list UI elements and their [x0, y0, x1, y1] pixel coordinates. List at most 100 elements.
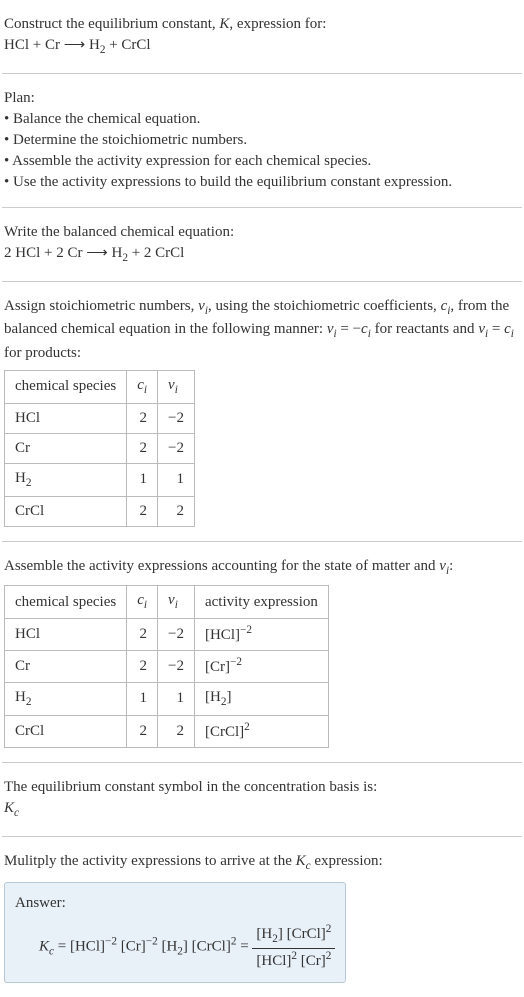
- ae-sup: 2: [244, 721, 250, 733]
- th-species: chemical species: [5, 586, 127, 619]
- sub-i: i: [175, 599, 178, 611]
- nu-sym: ν: [168, 592, 175, 608]
- cell-species: CrCl: [5, 496, 127, 526]
- term: ] [CrCl]: [183, 939, 231, 955]
- sub-2: 2: [26, 477, 32, 489]
- cell-species: Cr: [5, 651, 127, 683]
- cell-nu: −2: [158, 403, 195, 433]
- eq-sign: =: [236, 939, 252, 955]
- cell-species: Cr: [5, 433, 127, 463]
- arrow-icon: ⟶: [64, 37, 86, 53]
- divider: [2, 73, 522, 74]
- eq-sign: =: [54, 939, 70, 955]
- K-sym: K: [39, 939, 49, 955]
- cell-nu: 2: [158, 715, 195, 747]
- cell-activity: [Cr]−2: [194, 651, 328, 683]
- table-row: HCl 2 −2 [HCl]−2: [5, 619, 329, 651]
- mult-t1: Mulitply the activity expressions to arr…: [4, 853, 296, 869]
- table-header-row: chemical species c i νi activity expressi…: [5, 586, 329, 619]
- balanced-section: Write the balanced chemical equation: 2 …: [2, 216, 522, 273]
- eq-part: =: [488, 321, 504, 337]
- act-t1: Assemble the activity expressions accoun…: [4, 558, 439, 574]
- th-nui: νi: [158, 586, 195, 619]
- K-symbol: K: [219, 16, 229, 32]
- K-sym: K: [296, 853, 306, 869]
- multiply-section: Mulitply the activity expressions to arr…: [2, 845, 522, 990]
- ae-br: [CrCl]: [205, 724, 244, 740]
- th-activity: activity expression: [194, 586, 328, 619]
- sub-i: i: [511, 328, 514, 340]
- cell-nu: 2: [158, 496, 195, 526]
- exp: −2: [146, 936, 158, 948]
- table-row: Cr 2 −2: [5, 433, 195, 463]
- table-row: H2 1 1 [H2]: [5, 683, 329, 716]
- ae-br: [H: [205, 689, 221, 705]
- c-sym: c: [137, 592, 144, 608]
- cell-c: 1: [127, 463, 158, 496]
- activity-table: chemical species c i νi activity expressi…: [4, 585, 329, 748]
- cell-activity: [H2]: [194, 683, 328, 716]
- table-header-row: chemical species ci νi: [5, 371, 195, 404]
- exp: 2: [326, 950, 332, 962]
- plan-b1: • Balance the chemical equation.: [4, 109, 520, 130]
- ae-br: [Cr]: [205, 659, 230, 675]
- mult-t2: expression:: [311, 853, 383, 869]
- cell-activity: [CrCl]2: [194, 715, 328, 747]
- frac-numerator: [H2] [CrCl]2: [252, 922, 335, 949]
- stoich-table: chemical species ci νi HCl 2 −2 Cr 2 −2 …: [4, 370, 195, 527]
- cell-nu: −2: [158, 433, 195, 463]
- ae-sup: −2: [240, 624, 252, 636]
- divider: [2, 836, 522, 837]
- stoich-t2: , using the stoichiometric coefficients,: [208, 298, 441, 314]
- intro-text: Construct the equilibrium constant,: [4, 16, 219, 32]
- term: [HCl]: [70, 939, 105, 955]
- divider: [2, 207, 522, 208]
- table-row: H2 1 1: [5, 463, 195, 496]
- cell-c: 2: [127, 433, 158, 463]
- cell-nu: 1: [158, 683, 195, 716]
- sub-2: 2: [26, 696, 32, 708]
- ae-sup: −2: [230, 656, 242, 668]
- K-sym: K: [4, 800, 14, 816]
- cell-species: HCl: [5, 403, 127, 433]
- stoich-t5: for products:: [4, 345, 81, 361]
- plan-section: Plan: • Balance the chemical equation. •…: [2, 82, 522, 199]
- nu-sym: ν: [478, 321, 485, 337]
- term: [HCl]: [256, 953, 291, 969]
- stoich-t4: for reactants and: [371, 321, 478, 337]
- cell-c: 2: [127, 651, 158, 683]
- plan-b4: • Use the activity expressions to build …: [4, 172, 520, 193]
- sub-i: i: [144, 384, 147, 396]
- cell-c: 2: [127, 403, 158, 433]
- ae-br: [HCl]: [205, 627, 240, 643]
- plan-b3: • Assemble the activity expression for e…: [4, 151, 520, 172]
- c-sub: c: [14, 807, 19, 819]
- bal-lhs: 2 HCl + 2 Cr: [4, 245, 86, 261]
- term: [Cr]: [117, 939, 146, 955]
- cell-c: 1: [127, 683, 158, 716]
- cell-c: 2: [127, 496, 158, 526]
- term: ] [CrCl]: [278, 926, 326, 942]
- c-sym: c: [504, 321, 511, 337]
- nu-sym: ν: [168, 377, 175, 393]
- answer-box: Answer: Kc = [HCl]−2 [Cr]−2 [H2] [CrCl]2…: [4, 882, 346, 983]
- kc-symbol-section: The equilibrium constant symbol in the c…: [2, 771, 522, 828]
- eq-part: = −: [337, 321, 361, 337]
- table-row: CrCl 2 2 [CrCl]2: [5, 715, 329, 747]
- exp: 2: [326, 923, 332, 935]
- fraction: [H2] [CrCl]2[HCl]2 [Cr]2: [252, 922, 335, 972]
- bal-rhs-h2: H: [108, 245, 123, 261]
- c-sym: c: [361, 321, 368, 337]
- plan-header: Plan:: [4, 88, 520, 109]
- stoich-t1: Assign stoichiometric numbers,: [4, 298, 198, 314]
- eq-lhs: HCl + Cr: [4, 37, 64, 53]
- eq-rhs-end: + CrCl: [105, 37, 150, 53]
- divider: [2, 762, 522, 763]
- arrow-icon: ⟶: [86, 245, 108, 261]
- divider: [2, 281, 522, 282]
- table-row: CrCl 2 2: [5, 496, 195, 526]
- balanced-header: Write the balanced chemical equation:: [4, 222, 520, 243]
- sub-i: i: [175, 384, 178, 396]
- table-row: Cr 2 −2 [Cr]−2: [5, 651, 329, 683]
- term: [H: [158, 939, 178, 955]
